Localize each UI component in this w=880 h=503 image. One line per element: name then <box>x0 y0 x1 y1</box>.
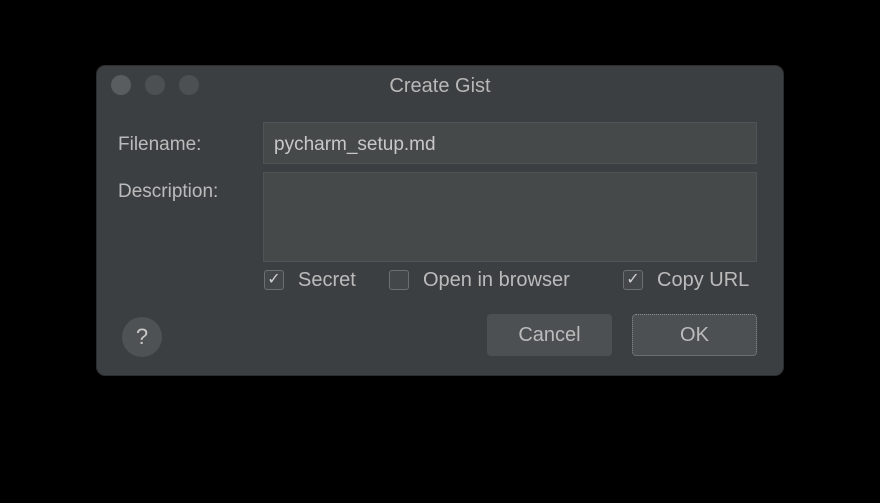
secret-option[interactable]: ✓ Secret <box>264 267 356 293</box>
title-bar: Create Gist <box>97 66 783 106</box>
help-button[interactable]: ? <box>122 317 162 357</box>
filename-label: Filename: <box>118 134 202 155</box>
secret-checkbox[interactable]: ✓ <box>264 270 284 290</box>
description-field[interactable] <box>263 172 757 262</box>
filename-field[interactable]: pycharm_setup.md <box>263 122 757 164</box>
description-label: Description: <box>118 181 219 202</box>
dialog-title: Create Gist <box>389 75 491 97</box>
copy-url-label: Copy URL <box>657 268 750 291</box>
cancel-button[interactable]: Cancel <box>487 314 612 356</box>
copy-url-option[interactable]: ✓ Copy URL <box>623 267 749 293</box>
open-in-browser-checkbox[interactable] <box>389 270 409 290</box>
create-gist-dialog: Create Gist Filename: pycharm_setup.md D… <box>97 66 783 375</box>
filename-value: pycharm_setup.md <box>274 134 436 155</box>
copy-url-checkbox[interactable]: ✓ <box>623 270 643 290</box>
open-in-browser-label: Open in browser <box>423 268 570 291</box>
secret-label: Secret <box>298 268 356 291</box>
open-in-browser-option[interactable]: Open in browser <box>389 267 570 293</box>
ok-button[interactable]: OK <box>632 314 757 356</box>
